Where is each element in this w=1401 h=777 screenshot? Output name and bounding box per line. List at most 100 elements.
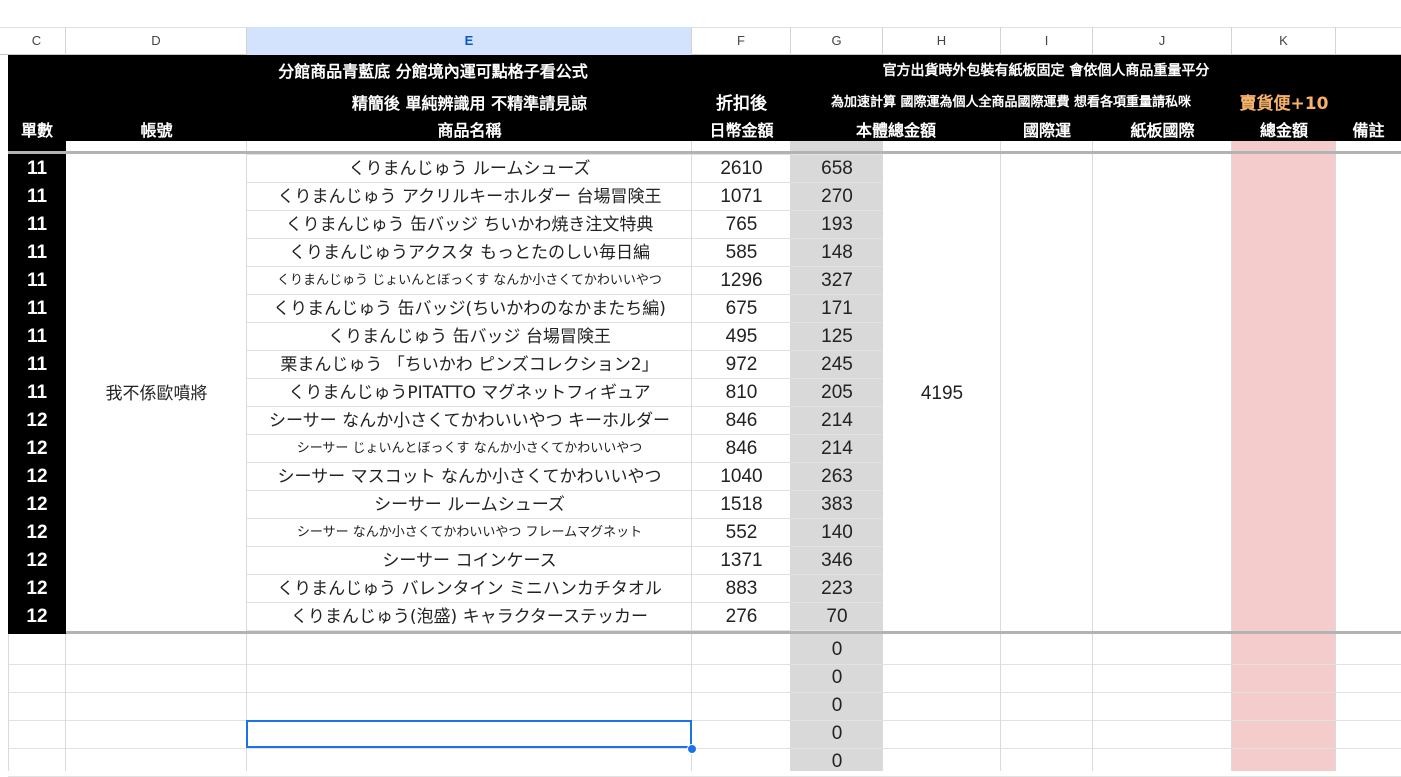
order-count-cell[interactable]: 12 <box>8 519 66 547</box>
header-note-gk1: 官方出貨時外包裝有紙板固定 會依個人商品重量平分 <box>882 63 1210 79</box>
order-count-cell[interactable]: 11 <box>8 239 66 267</box>
order-count-cell[interactable]: 11 <box>8 295 66 323</box>
body-amount-cell[interactable]: 223 <box>791 575 883 603</box>
product-name-cell[interactable]: くりまんじゅう(泡盛) キャラクターステッカー <box>247 603 692 631</box>
jpy-amount-cell[interactable]: 765 <box>692 211 791 239</box>
header-promo: 賣貨便+10 <box>1239 94 1329 114</box>
body-amount-cell[interactable]: 270 <box>791 183 883 211</box>
product-name-cell[interactable]: くりまんじゅう 缶バッジ 台場冒険王 <box>247 323 692 351</box>
jpy-amount-cell[interactable]: 495 <box>692 323 791 351</box>
product-name-cell[interactable]: くりまんじゅう アクリルキーホルダー 台場冒険王 <box>247 183 692 211</box>
column-header-c[interactable]: C <box>8 27 66 55</box>
order-count-cell[interactable]: 12 <box>8 575 66 603</box>
product-name-cell[interactable]: シーサー なんか小さくてかわいいやつ フレームマグネット <box>247 519 692 547</box>
product-name-cell[interactable]: シーサー マスコット なんか小さくてかわいいやつ <box>247 463 692 491</box>
header-order-count: 單數 <box>20 121 53 140</box>
product-name-cell[interactable]: シーサー なんか小さくてかわいいやつ キーホルダー <box>247 407 692 435</box>
column-gridline <box>1335 141 1336 771</box>
body-amount-cell[interactable]: 658 <box>791 155 883 183</box>
jpy-amount-cell[interactable]: 883 <box>692 575 791 603</box>
column-gridline <box>1000 141 1001 771</box>
body-amount-cell[interactable]: 327 <box>791 267 883 295</box>
column-header-f[interactable]: F <box>692 27 791 55</box>
jpy-amount-cell[interactable]: 810 <box>692 379 791 407</box>
column-gridline <box>8 634 9 771</box>
body-amount-cell[interactable]: 214 <box>791 407 883 435</box>
column-header-e[interactable]: E <box>247 27 692 55</box>
header-jpy-amount: 日幣金額 <box>709 121 774 140</box>
empty-g-cell[interactable]: 0 <box>791 720 883 748</box>
product-name-cell[interactable]: くりまんじゅうアクスタ もっとたのしい毎日編 <box>247 239 692 267</box>
header-product-name: 商品名稱 <box>437 121 502 140</box>
header-intl-shipping: 國際運 <box>1022 121 1071 140</box>
product-name-cell[interactable]: くりまんじゅう じょいんとぼっくす なんか小さくてかわいいやつ <box>247 267 692 295</box>
product-name-cell[interactable]: くりまんじゅう 缶バッジ(ちいかわのなかまたち編) <box>247 295 692 323</box>
product-name-cell[interactable]: くりまんじゅうPITATTO マグネットフィギュア <box>247 379 692 407</box>
body-amount-cell[interactable]: 125 <box>791 323 883 351</box>
body-amount-cell[interactable]: 148 <box>791 239 883 267</box>
body-amount-cell[interactable]: 263 <box>791 463 883 491</box>
jpy-amount-cell[interactable]: 585 <box>692 239 791 267</box>
body-amount-cell[interactable]: 383 <box>791 491 883 519</box>
order-count-cell[interactable]: 12 <box>8 435 66 463</box>
product-name-cell[interactable]: 栗まんじゅう 「ちいかわ ピンズコレクション2」 <box>247 351 692 379</box>
body-amount-cell[interactable]: 70 <box>791 603 883 631</box>
body-amount-cell[interactable]: 171 <box>791 295 883 323</box>
order-count-cell[interactable]: 11 <box>8 379 66 407</box>
product-name-cell[interactable]: くりまんじゅう 缶バッジ ちいかわ焼き注文特典 <box>247 211 692 239</box>
order-count-cell[interactable]: 11 <box>8 323 66 351</box>
header-note-e1: 分館商品青藍底 分館境內運可點格子看公式 <box>278 62 588 81</box>
header-total-amount: 本體總金額 <box>855 121 936 140</box>
column-header-d[interactable]: D <box>66 27 247 55</box>
empty-g-cell[interactable]: 0 <box>791 664 883 692</box>
header-board-intl: 紙板國際 <box>1130 121 1195 140</box>
body-amount-cell[interactable]: 140 <box>791 519 883 547</box>
jpy-amount-cell[interactable]: 1371 <box>692 547 791 575</box>
order-count-cell[interactable]: 11 <box>8 351 66 379</box>
empty-g-cell[interactable]: 0 <box>791 748 883 776</box>
jpy-amount-cell[interactable]: 675 <box>692 295 791 323</box>
jpy-amount-cell[interactable]: 1040 <box>692 463 791 491</box>
jpy-amount-cell[interactable]: 846 <box>692 435 791 463</box>
body-amount-cell[interactable]: 245 <box>791 351 883 379</box>
body-amount-cell[interactable]: 214 <box>791 435 883 463</box>
order-count-cell[interactable]: 11 <box>8 267 66 295</box>
order-count-cell[interactable]: 12 <box>8 603 66 631</box>
fill-handle[interactable] <box>687 744 697 754</box>
order-count-cell[interactable]: 12 <box>8 547 66 575</box>
product-name-cell[interactable]: シーサー ルームシューズ <box>247 491 692 519</box>
column-header-j[interactable]: J <box>1093 27 1232 55</box>
order-count-cell[interactable]: 11 <box>8 183 66 211</box>
total-body-amount[interactable]: 4195 <box>883 380 1001 408</box>
product-name-cell[interactable]: シーサー コインケース <box>247 547 692 575</box>
order-count-cell[interactable]: 12 <box>8 463 66 491</box>
jpy-amount-cell[interactable]: 1518 <box>692 491 791 519</box>
column-gridline <box>1092 141 1093 771</box>
header-account: 帳號 <box>140 121 173 140</box>
jpy-amount-cell[interactable]: 2610 <box>692 155 791 183</box>
account-cell[interactable]: 我不係歐噴將 <box>66 380 247 408</box>
product-name-cell[interactable]: くりまんじゅう ルームシューズ <box>247 155 692 183</box>
column-header-k[interactable]: K <box>1232 27 1336 55</box>
body-amount-cell[interactable]: 346 <box>791 547 883 575</box>
order-count-cell[interactable]: 12 <box>8 407 66 435</box>
column-header-i[interactable]: I <box>1001 27 1093 55</box>
column-header-g[interactable]: G <box>791 27 883 55</box>
order-count-cell[interactable]: 11 <box>8 155 66 183</box>
body-amount-cell[interactable]: 205 <box>791 379 883 407</box>
order-count-cell[interactable]: 12 <box>8 491 66 519</box>
column-header-h[interactable]: H <box>883 27 1001 55</box>
empty-g-cell[interactable]: 0 <box>791 692 883 720</box>
empty-g-cell[interactable]: 0 <box>791 636 883 664</box>
selected-cell[interactable] <box>246 720 692 748</box>
jpy-amount-cell[interactable]: 846 <box>692 407 791 435</box>
jpy-amount-cell[interactable]: 1296 <box>692 267 791 295</box>
product-name-cell[interactable]: くりまんじゅう バレンタイン ミニハンカチタオル <box>247 575 692 603</box>
product-name-cell[interactable]: シーサー じょいんとぼっくす なんか小さくてかわいいやつ <box>247 435 692 463</box>
jpy-amount-cell[interactable]: 1071 <box>692 183 791 211</box>
jpy-amount-cell[interactable]: 552 <box>692 519 791 547</box>
jpy-amount-cell[interactable]: 972 <box>692 351 791 379</box>
order-count-cell[interactable]: 11 <box>8 211 66 239</box>
body-amount-cell[interactable]: 193 <box>791 211 883 239</box>
jpy-amount-cell[interactable]: 276 <box>692 603 791 631</box>
